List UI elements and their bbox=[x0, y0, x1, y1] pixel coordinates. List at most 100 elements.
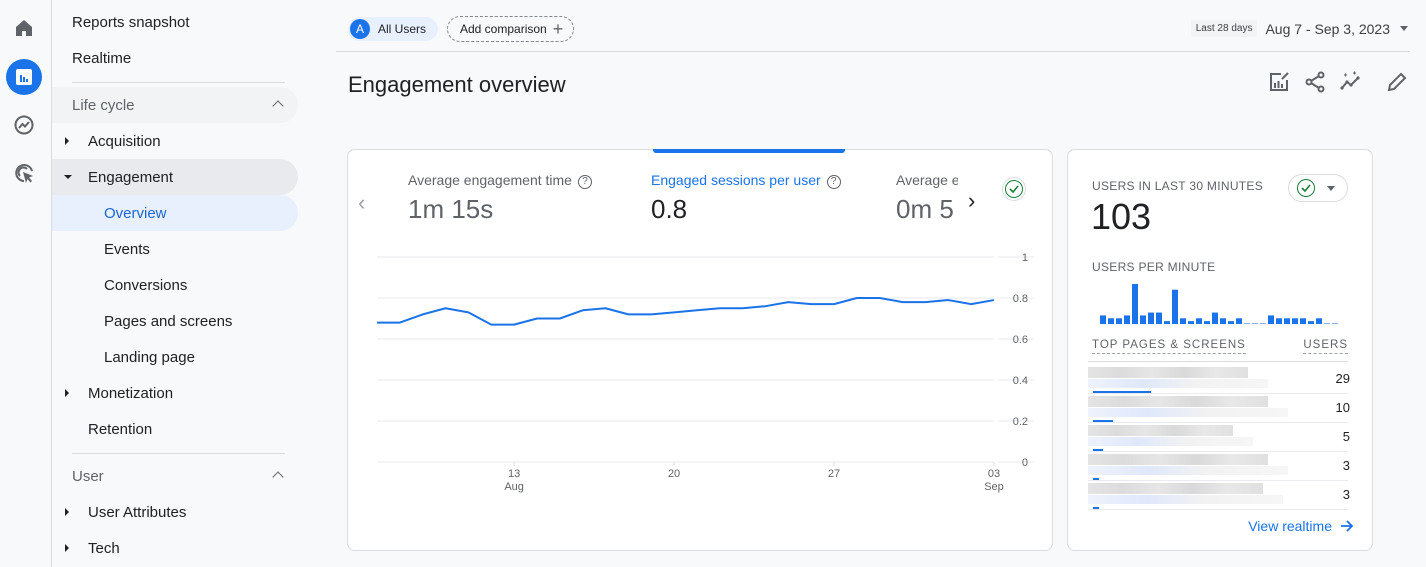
expand-arrow-icon bbox=[65, 508, 69, 516]
explore-button[interactable] bbox=[6, 107, 42, 143]
nav-retention[interactable]: Retention bbox=[52, 411, 298, 447]
redacted-page-title bbox=[1088, 483, 1263, 494]
minute-bar bbox=[1140, 315, 1146, 324]
nav-tech[interactable]: Tech bbox=[52, 530, 298, 566]
minute-bar bbox=[1132, 284, 1138, 324]
realtime-user-count: 103 bbox=[1091, 196, 1152, 237]
advertising-button[interactable] bbox=[6, 155, 42, 191]
segment-chip-all-users[interactable]: A All Users bbox=[348, 17, 439, 41]
minute-bar bbox=[1308, 321, 1314, 324]
nav-user-attributes[interactable]: User Attributes bbox=[52, 494, 298, 530]
icon-rail bbox=[0, 0, 52, 567]
redacted-page-title bbox=[1088, 454, 1268, 465]
view-realtime-link[interactable]: View realtime bbox=[1248, 518, 1354, 534]
redacted-page-path bbox=[1088, 379, 1268, 388]
minute-bar bbox=[1124, 315, 1130, 324]
redacted-page-title bbox=[1088, 396, 1268, 407]
data-quality-button[interactable] bbox=[1002, 177, 1026, 201]
active-metric-indicator bbox=[653, 149, 845, 153]
help-icon[interactable]: ? bbox=[826, 175, 841, 189]
minute-bar bbox=[1260, 323, 1266, 324]
top-page-row[interactable]: 29 bbox=[1088, 365, 1350, 394]
metrics-chart-card: ‹ Average engagement time? 1m 15s Engage… bbox=[347, 149, 1053, 551]
nav-divider bbox=[72, 82, 285, 83]
redacted-page-path bbox=[1088, 495, 1283, 504]
x-tick-label: 27 bbox=[828, 468, 840, 480]
metric-tab-truncated[interactable]: Average e 0m 5 bbox=[896, 150, 958, 230]
check-circle-icon bbox=[1297, 179, 1315, 197]
users-column-header[interactable]: USERS bbox=[1303, 339, 1348, 354]
x-tick-label: 13 bbox=[508, 468, 520, 480]
insights-button[interactable] bbox=[1339, 70, 1363, 94]
nav-engagement-landing-page[interactable]: Landing page bbox=[52, 339, 298, 375]
date-preset-label: Last 28 days bbox=[1190, 20, 1258, 37]
x-tick-label: 20 bbox=[668, 468, 680, 480]
edit-button[interactable] bbox=[1385, 70, 1409, 94]
minute-bar bbox=[1228, 321, 1234, 324]
nav-engagement-pages-and-screens[interactable]: Pages and screens bbox=[52, 303, 298, 339]
x-tick-label: 03 bbox=[988, 468, 1000, 480]
minute-bar bbox=[1148, 312, 1154, 324]
expand-arrow-icon bbox=[65, 389, 69, 397]
y-tick-label: 0.8 bbox=[1013, 293, 1028, 305]
realtime-title: USERS IN LAST 30 MINUTES bbox=[1092, 179, 1264, 193]
segment-label: All Users bbox=[378, 22, 427, 36]
bar-chart-icon bbox=[16, 69, 32, 85]
users-value: 29 bbox=[1335, 371, 1350, 386]
top-page-row[interactable]: 3 bbox=[1088, 481, 1350, 510]
expand-arrow-icon bbox=[65, 137, 69, 145]
nav-engagement[interactable]: Engagement bbox=[52, 159, 298, 195]
nav-monetization[interactable]: Monetization bbox=[52, 375, 298, 411]
top-page-row[interactable]: 5 bbox=[1088, 423, 1350, 452]
nav-group-user[interactable]: User bbox=[52, 458, 298, 494]
minute-bar bbox=[1284, 318, 1290, 324]
redacted-page-path bbox=[1088, 408, 1288, 417]
share-button[interactable] bbox=[1303, 70, 1327, 94]
date-range-value: Aug 7 - Sep 3, 2023 bbox=[1265, 20, 1390, 37]
nav-group-lifecycle[interactable]: Life cycle bbox=[52, 87, 298, 123]
minute-bar bbox=[1212, 312, 1218, 324]
nav-realtime[interactable]: Realtime bbox=[52, 40, 298, 76]
plus-icon: + bbox=[552, 19, 564, 39]
minute-bar bbox=[1252, 323, 1258, 324]
top-page-row[interactable]: 10 bbox=[1088, 394, 1350, 423]
y-tick-label: 0.6 bbox=[1013, 334, 1028, 346]
realtime-quality-dropdown[interactable] bbox=[1288, 174, 1348, 202]
check-circle-icon bbox=[1005, 180, 1023, 198]
minute-bar bbox=[1316, 318, 1322, 324]
realtime-card: USERS IN LAST 30 MINUTES 103 USERS PER M… bbox=[1067, 149, 1373, 551]
minute-bar bbox=[1244, 323, 1250, 324]
share-bar bbox=[1093, 478, 1099, 480]
users-value: 3 bbox=[1342, 458, 1350, 473]
minute-bar bbox=[1220, 318, 1226, 324]
y-tick-label: 0.2 bbox=[1013, 416, 1028, 428]
nav-reports-snapshot[interactable]: Reports snapshot bbox=[52, 4, 298, 40]
previous-metric-button[interactable]: ‹ bbox=[358, 190, 365, 216]
minute-bar bbox=[1300, 318, 1306, 324]
nav-engagement-events[interactable]: Events bbox=[52, 231, 298, 267]
redacted-page-path bbox=[1088, 466, 1288, 475]
next-metric-button[interactable]: › bbox=[968, 188, 975, 214]
minute-bar bbox=[1276, 318, 1282, 324]
top-page-row[interactable]: 3 bbox=[1088, 452, 1350, 481]
dropdown-arrow-icon bbox=[1400, 26, 1408, 31]
users-value: 3 bbox=[1342, 487, 1350, 502]
nav-engagement-conversions[interactable]: Conversions bbox=[52, 267, 298, 303]
nav-engagement-overview[interactable]: Overview bbox=[52, 195, 298, 231]
reports-button[interactable] bbox=[6, 59, 42, 95]
add-comparison-button[interactable]: Add comparison + bbox=[447, 16, 575, 42]
home-button[interactable] bbox=[6, 10, 42, 46]
y-tick-label: 0.4 bbox=[1013, 375, 1028, 387]
share-bar bbox=[1093, 449, 1103, 451]
report-navigation: Reports snapshot Realtime Life cycle Acq… bbox=[52, 0, 307, 567]
top-pages-header[interactable]: TOP PAGES & SCREENS bbox=[1092, 339, 1246, 354]
minute-bar bbox=[1100, 315, 1106, 324]
help-icon[interactable]: ? bbox=[577, 175, 592, 189]
explore-icon bbox=[14, 115, 34, 135]
dropdown-arrow-icon bbox=[1327, 185, 1335, 191]
customize-report-button[interactable] bbox=[1267, 70, 1291, 94]
edit-icon bbox=[1387, 72, 1407, 92]
header-divider bbox=[336, 51, 1410, 52]
date-range-picker[interactable]: Last 28 days Aug 7 - Sep 3, 2023 bbox=[1190, 20, 1408, 37]
nav-acquisition[interactable]: Acquisition bbox=[52, 123, 298, 159]
